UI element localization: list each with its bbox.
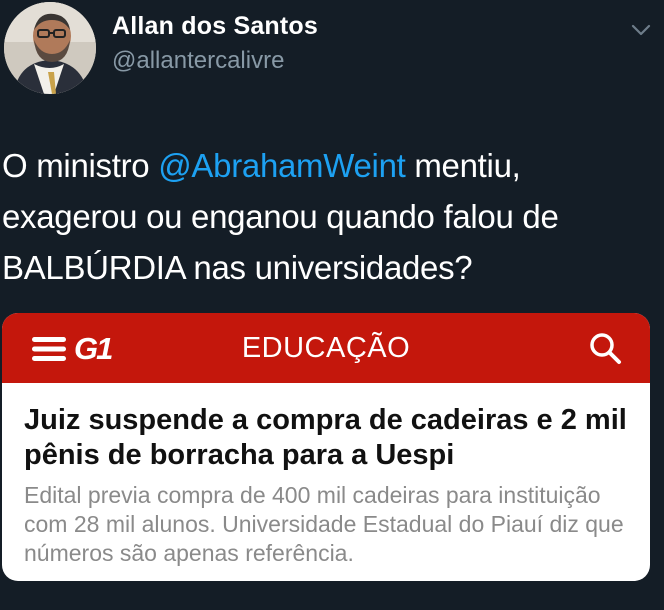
- user-name[interactable]: Allan dos Santos: [112, 12, 318, 41]
- avatar[interactable]: [4, 2, 96, 94]
- user-handle[interactable]: @allantercalivre: [112, 47, 284, 75]
- mention-link[interactable]: @AbrahamWeint: [158, 147, 406, 184]
- card-headline[interactable]: Juiz suspende a compra de cadeiras e 2 m…: [24, 403, 644, 473]
- tweet-text: O ministro @AbrahamWeint mentiu, exagero…: [2, 140, 652, 293]
- search-icon[interactable]: [588, 331, 622, 365]
- avatar-image: [4, 2, 96, 94]
- card-summary: Edital previa compra de 400 mil cadeiras…: [24, 482, 624, 566]
- tweet-text-before: O ministro: [2, 147, 159, 184]
- tweet: Allan dos Santos @allantercalivre O mini…: [0, 0, 664, 610]
- link-card[interactable]: G1 EDUCAÇÃO Juiz suspende a compra de ca…: [2, 313, 650, 581]
- chevron-down-icon[interactable]: [630, 22, 652, 38]
- section-title: EDUCAÇÃO: [241, 332, 411, 364]
- card-header: G1 EDUCAÇÃO: [2, 313, 650, 383]
